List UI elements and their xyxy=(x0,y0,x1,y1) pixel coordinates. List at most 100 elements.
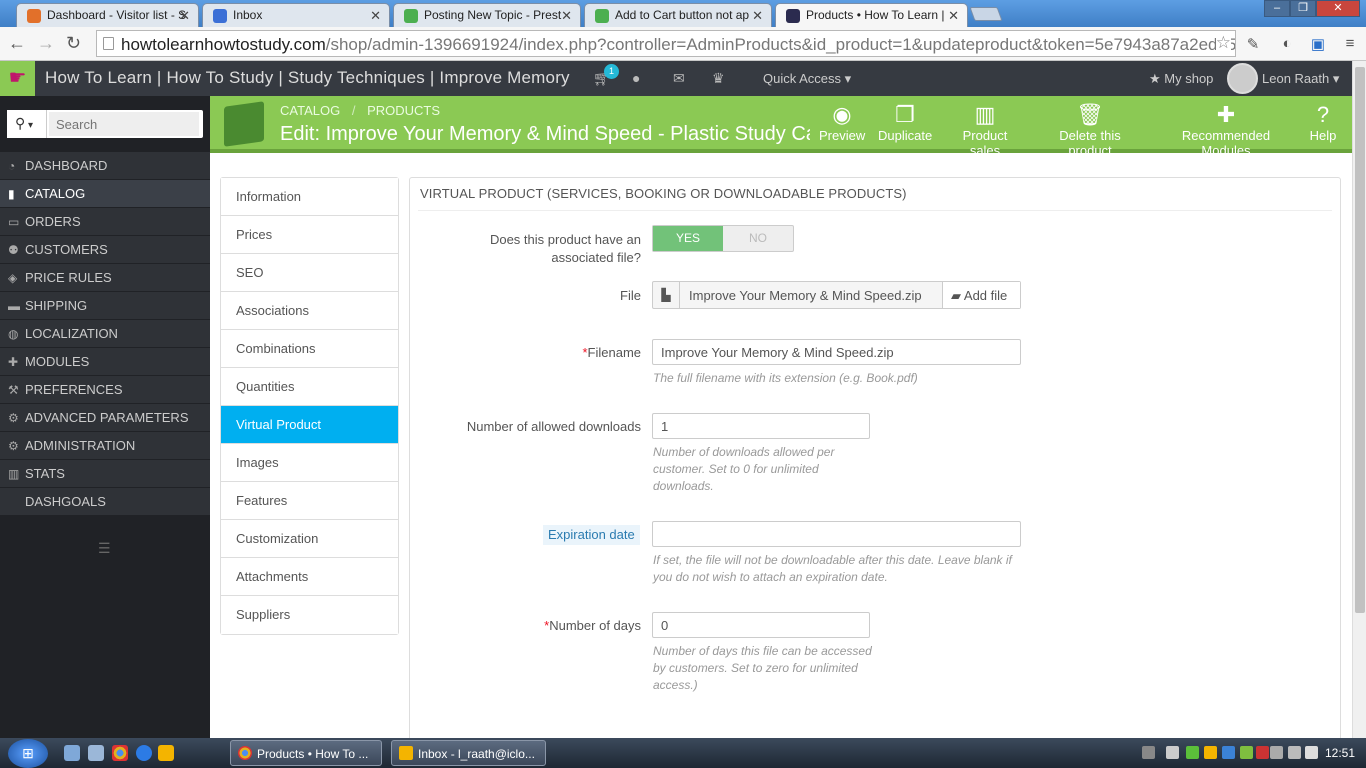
number-of-days-input[interactable]: 0 xyxy=(652,612,870,638)
search-type-button[interactable]: ⚲ ▾ xyxy=(7,110,47,138)
switch-no[interactable]: No xyxy=(723,226,793,251)
explorer-icon[interactable] xyxy=(88,745,104,761)
tab-customization[interactable]: Customization xyxy=(221,520,398,558)
breadcrumb-products[interactable]: Products xyxy=(367,103,440,118)
restore-icon[interactable]: ❐ xyxy=(1290,0,1316,17)
preview-button[interactable]: ◉ Preview xyxy=(819,102,865,143)
sidebar-item-catalog[interactable]: ▮ Catalog xyxy=(0,180,210,208)
breadcrumb-catalog[interactable]: Catalog xyxy=(280,103,340,118)
volume-icon[interactable] xyxy=(1305,746,1318,759)
collapse-menu-icon[interactable]: ☰ xyxy=(98,540,111,557)
shop-name[interactable]: How To Learn | How To Study | Study Tech… xyxy=(45,68,570,88)
tab-information[interactable]: Information xyxy=(221,178,398,216)
tab-seo[interactable]: SEO xyxy=(221,254,398,292)
employee-menu[interactable]: Leon Raath ▾ xyxy=(1262,71,1339,87)
filename-input[interactable]: Improve Your Memory & Mind Speed.zip xyxy=(652,339,1021,365)
duplicate-button[interactable]: ❐ Duplicate xyxy=(878,102,932,143)
back-icon[interactable]: ← xyxy=(8,33,26,54)
user-icon[interactable]: ● xyxy=(632,70,640,86)
network-icon[interactable] xyxy=(1288,746,1301,759)
envelope-icon[interactable]: ✉ xyxy=(673,70,685,87)
expiration-date-input[interactable] xyxy=(652,521,1021,547)
close-icon[interactable]: ✕ xyxy=(561,8,572,24)
my-shop-link[interactable]: ★ My shop xyxy=(1149,71,1213,87)
show-desktop-icon[interactable] xyxy=(64,745,80,761)
star-icon[interactable]: ☆ xyxy=(1215,33,1231,53)
page-scrollbar[interactable] xyxy=(1352,61,1366,738)
start-button[interactable]: ⊞ xyxy=(8,739,48,768)
browser-tab-active[interactable]: Products • How To Learn | ✕ xyxy=(775,3,968,28)
close-icon[interactable]: ✕ xyxy=(752,8,763,24)
search-input[interactable] xyxy=(49,112,199,136)
sidebar-item-shipping[interactable]: ▬ Shipping xyxy=(0,292,210,320)
battery-icon[interactable] xyxy=(1270,746,1283,759)
close-icon[interactable]: ✕ xyxy=(948,8,959,24)
extension-icon[interactable]: ▣ xyxy=(1309,35,1327,53)
tab-suppliers[interactable]: Suppliers xyxy=(221,596,398,634)
sidebar-item-dashboard[interactable]: ◔ Dashboard xyxy=(0,152,210,180)
tray-up-icon[interactable] xyxy=(1166,746,1179,759)
sidebar-item-customers[interactable]: ⚉ Customers xyxy=(0,236,210,264)
tab-combinations[interactable]: Combinations xyxy=(221,330,398,368)
sidebar-item-preferences[interactable]: ⚒ Preferences xyxy=(0,376,210,404)
recommended-modules-button[interactable]: ✚ Recommended Modules xyxy=(1157,102,1295,158)
tab-attachments[interactable]: Attachments xyxy=(221,558,398,596)
tab-images[interactable]: Images xyxy=(221,444,398,482)
taskbar-item-inbox[interactable]: Inbox - l_raath@iclo... xyxy=(391,740,546,766)
sidebar-item-modules[interactable]: ✚ Modules xyxy=(0,348,210,376)
browser-tab[interactable]: Dashboard - Visitor list - S ✕ xyxy=(16,3,199,27)
close-icon[interactable]: ✕ xyxy=(179,8,190,24)
logo-icon[interactable]: ☛ xyxy=(0,61,35,96)
tray-app-icon[interactable] xyxy=(1256,746,1269,759)
menu-icon[interactable]: ≡ xyxy=(1341,35,1359,53)
outlook-tray-icon[interactable] xyxy=(1204,746,1217,759)
associated-file-switch[interactable]: Yes No xyxy=(652,225,794,252)
add-file-button[interactable]: ▰ Add file xyxy=(942,282,1020,308)
chrome-icon[interactable] xyxy=(112,745,128,761)
tab-quantities[interactable]: Quantities xyxy=(221,368,398,406)
keyboard-icon[interactable] xyxy=(1142,746,1155,759)
reload-icon[interactable]: ↻ xyxy=(66,33,81,54)
browser-tab[interactable]: Add to Cart button not ap ✕ xyxy=(584,3,772,27)
close-icon[interactable]: ✕ xyxy=(370,8,381,24)
internet-explorer-icon[interactable] xyxy=(136,745,152,761)
search-box: ⚲ ▾ xyxy=(7,110,203,138)
security-icon[interactable] xyxy=(1186,746,1199,759)
sidebar-item-orders[interactable]: ▭ Orders xyxy=(0,208,210,236)
dropbox-icon[interactable] xyxy=(1222,746,1235,759)
sidebar-item-dashgoals[interactable]: Dashgoals xyxy=(0,488,210,516)
trophy-icon[interactable]: ♛ xyxy=(712,70,725,87)
switch-yes[interactable]: Yes xyxy=(653,226,723,251)
avatar[interactable] xyxy=(1227,63,1258,94)
tab-prices[interactable]: Prices xyxy=(221,216,398,254)
outlook-icon[interactable] xyxy=(158,745,174,761)
browser-tab[interactable]: Posting New Topic - Prest ✕ xyxy=(393,3,581,27)
sidebar-item-advanced-parameters[interactable]: ⚙ Advanced Parameters xyxy=(0,404,210,432)
tray-app-icon[interactable] xyxy=(1240,746,1253,759)
taskbar-item-chrome[interactable]: Products • How To ... xyxy=(230,740,382,766)
puzzle-icon: ✚ xyxy=(1216,102,1236,127)
browser-tab[interactable]: Inbox ✕ xyxy=(202,3,390,27)
sidebar-item-stats[interactable]: ▥ Stats xyxy=(0,460,210,488)
tab-associations[interactable]: Associations xyxy=(221,292,398,330)
close-window-icon[interactable]: ✕ xyxy=(1316,0,1360,17)
divider xyxy=(418,210,1332,211)
quick-access-menu[interactable]: Quick Access ▾ xyxy=(763,71,851,87)
extension-icon[interactable]: ✎ xyxy=(1244,35,1262,53)
help-button[interactable]: ? Help xyxy=(1307,102,1339,143)
product-sales-button[interactable]: ▥ Product sales xyxy=(946,102,1024,158)
new-tab-button[interactable] xyxy=(969,7,1003,21)
tab-virtual-product[interactable]: Virtual Product xyxy=(221,406,398,444)
sidebar-item-administration[interactable]: ⚙ Administration xyxy=(0,432,210,460)
forward-icon[interactable]: → xyxy=(37,33,55,54)
address-bar[interactable]: howtolearnhowtostudy.com/shop/admin-1396… xyxy=(96,30,1236,57)
extension-icon[interactable]: ◐ xyxy=(1278,35,1296,53)
minimize-icon[interactable]: – xyxy=(1264,0,1290,17)
allowed-downloads-input[interactable]: 1 xyxy=(652,413,870,439)
scrollbar-thumb[interactable] xyxy=(1355,67,1365,613)
sidebar-item-localization[interactable]: ◍ Localization xyxy=(0,320,210,348)
tab-features[interactable]: Features xyxy=(221,482,398,520)
delete-product-button[interactable]: 🗑︎ Delete this product xyxy=(1036,102,1144,158)
sidebar-item-price-rules[interactable]: ◈ Price Rules xyxy=(0,264,210,292)
clock[interactable]: 12:51 xyxy=(1325,746,1355,760)
